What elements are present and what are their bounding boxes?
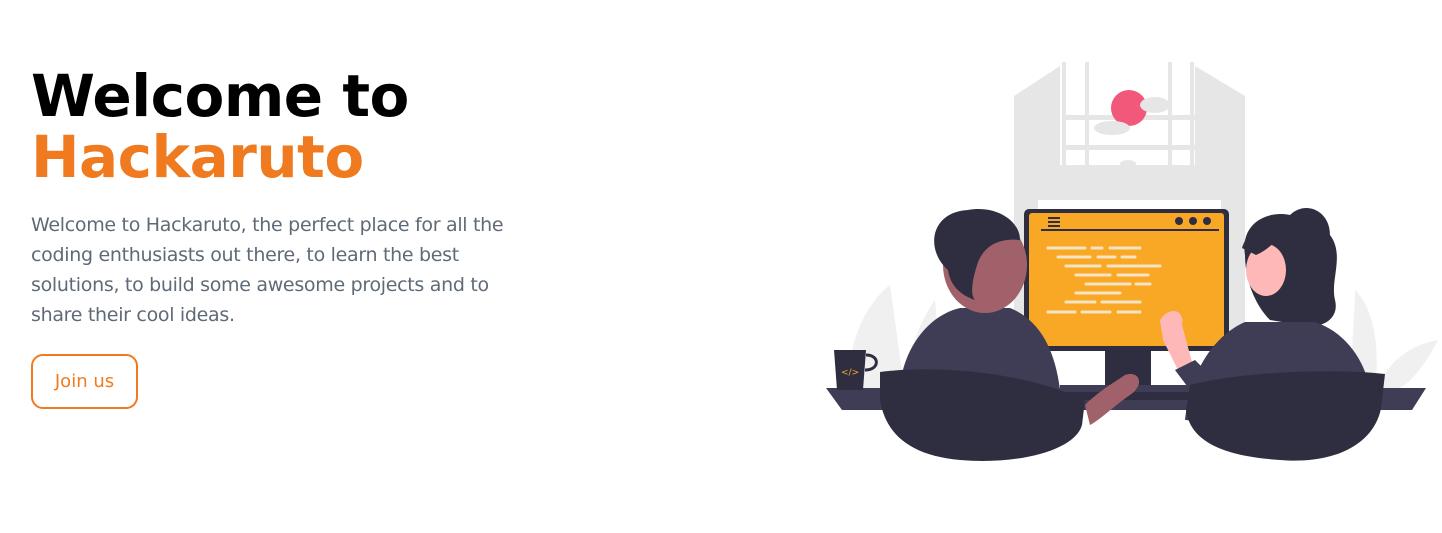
coding-illustration-icon: </> [826, 62, 1438, 461]
sun-icon [1094, 90, 1170, 168]
hero-description: Welcome to Hackaruto, the perfect place … [31, 214, 504, 326]
hero-section: Welcome to Hackaruto Welcome to Hackarut… [31, 66, 531, 330]
mug-code-glyph: </> [841, 368, 859, 378]
hero-title: Welcome to Hackaruto [31, 66, 531, 188]
hero-title-line-1: Welcome to [31, 62, 409, 130]
join-us-button[interactable]: Join us [31, 354, 138, 409]
brand-name: Hackaruto [31, 123, 364, 191]
